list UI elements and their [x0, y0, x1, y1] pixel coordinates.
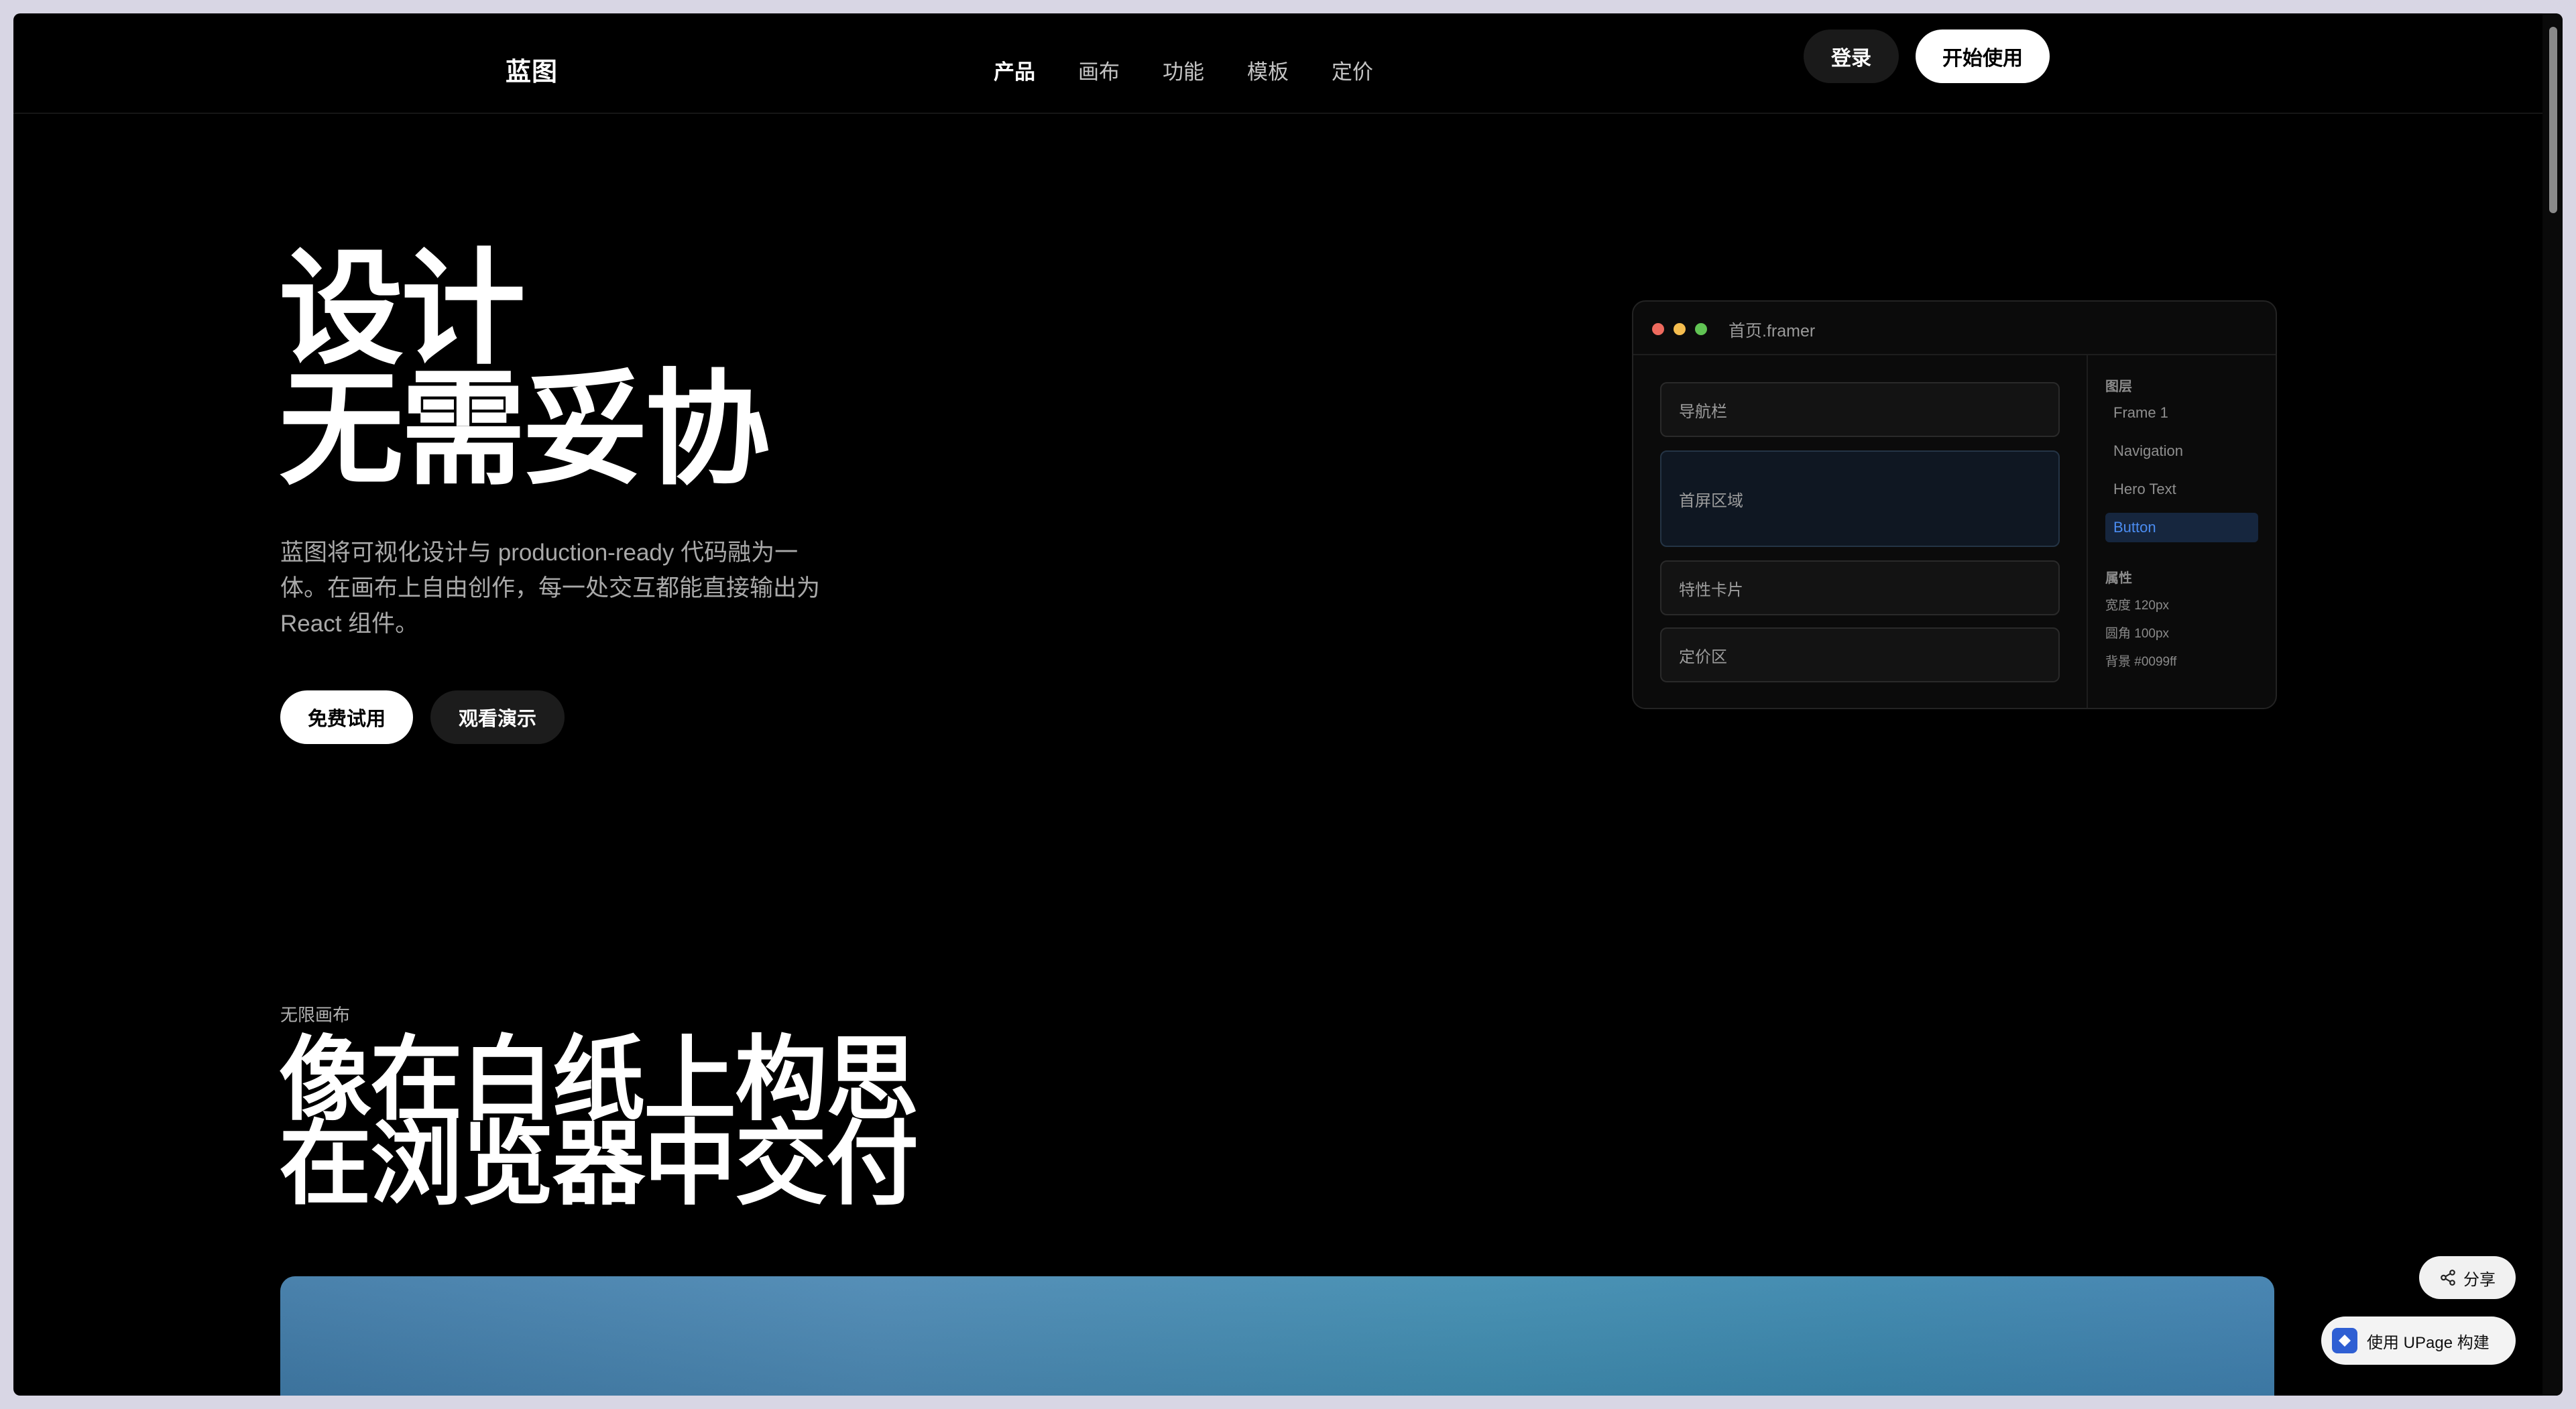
layer-item[interactable]: Hero Text: [2105, 475, 2258, 504]
start-button[interactable]: 开始使用: [1916, 29, 2050, 83]
nav-links: 产品 画布 功能 模板 定价: [994, 55, 1416, 85]
hero-title-line1: 设计: [279, 240, 526, 379]
maximize-dot-icon: [1695, 323, 1707, 335]
editor-file-name: 首页.framer: [1729, 322, 1816, 341]
section-title-line1: 像在白纸上构思: [279, 1028, 919, 1131]
property-background: 背景 #0099ff: [2105, 655, 2177, 669]
nav-item-pricing[interactable]: 定价: [1332, 55, 1373, 85]
editor-preview: 首页.framer 导航栏 首屏区域 特性卡片 定价区 图层 Frame 1 N…: [1632, 300, 2277, 709]
share-button[interactable]: 分享: [2419, 1256, 2516, 1299]
layers-heading: 图层: [2105, 379, 2132, 394]
canvas-preview-image: [280, 1276, 2274, 1396]
property-radius: 圆角 100px: [2105, 627, 2170, 641]
upage-label: 使用 UPage 构建: [2367, 1333, 2490, 1352]
nav-item-features[interactable]: 功能: [1163, 55, 1204, 85]
layer-item-selected[interactable]: Button: [2105, 513, 2258, 542]
free-trial-button[interactable]: 免费试用: [280, 690, 413, 744]
section-title: 像在白纸上构思 在浏览器中交付: [279, 1028, 919, 1216]
login-button[interactable]: 登录: [1804, 29, 1899, 83]
editor-canvas: 导航栏 首屏区域 特性卡片 定价区: [1633, 355, 2087, 708]
canvas-block-feature-cards[interactable]: 特性卡片: [1660, 560, 2060, 615]
scrollbar-thumb[interactable]: [2549, 27, 2557, 213]
canvas-block-pricing[interactable]: 定价区: [1660, 627, 2060, 682]
editor-titlebar: 首页.framer: [1633, 302, 2276, 355]
hero-title: 设计 无需妥协: [279, 240, 770, 499]
upage-logo-icon: [2332, 1328, 2357, 1353]
close-dot-icon: [1652, 323, 1664, 335]
share-icon: [2441, 1270, 2455, 1286]
hero-title-line2: 无需妥协: [279, 361, 770, 499]
share-label: 分享: [2463, 1270, 2496, 1289]
editor-sidebar: 图层 Frame 1 Navigation Hero Text Button 属…: [2087, 355, 2276, 708]
watch-demo-button[interactable]: 观看演示: [430, 690, 565, 744]
layer-item[interactable]: Navigation: [2105, 436, 2258, 466]
brand-logo[interactable]: 蓝图: [506, 51, 558, 88]
layer-item[interactable]: Frame 1: [2105, 398, 2258, 428]
properties-heading: 属性: [2105, 571, 2132, 586]
nav-item-templates[interactable]: 模板: [1247, 55, 1289, 85]
browser-window: 蓝图 产品 画布 功能 模板 定价 登录 开始使用 设计 无需妥协 蓝图将可视化…: [13, 13, 2563, 1396]
upage-badge[interactable]: 使用 UPage 构建: [2321, 1316, 2516, 1365]
nav-item-product[interactable]: 产品: [994, 55, 1035, 85]
canvas-block-navbar[interactable]: 导航栏: [1660, 382, 2060, 437]
property-width: 宽度 120px: [2105, 599, 2170, 613]
nav-item-canvas[interactable]: 画布: [1078, 55, 1120, 85]
hero-description: 蓝图将可视化设计与 production-ready 代码融为一体。在画布上自由…: [280, 540, 821, 637]
section-title-line2: 在浏览器中交付: [279, 1113, 919, 1216]
top-navigation: 蓝图 产品 画布 功能 模板 定价 登录 开始使用: [13, 13, 2542, 114]
minimize-dot-icon: [1674, 323, 1686, 335]
scrollbar[interactable]: [2542, 13, 2563, 1396]
section-eyebrow: 无限画布: [280, 1005, 351, 1025]
canvas-block-hero[interactable]: 首屏区域: [1660, 450, 2060, 547]
